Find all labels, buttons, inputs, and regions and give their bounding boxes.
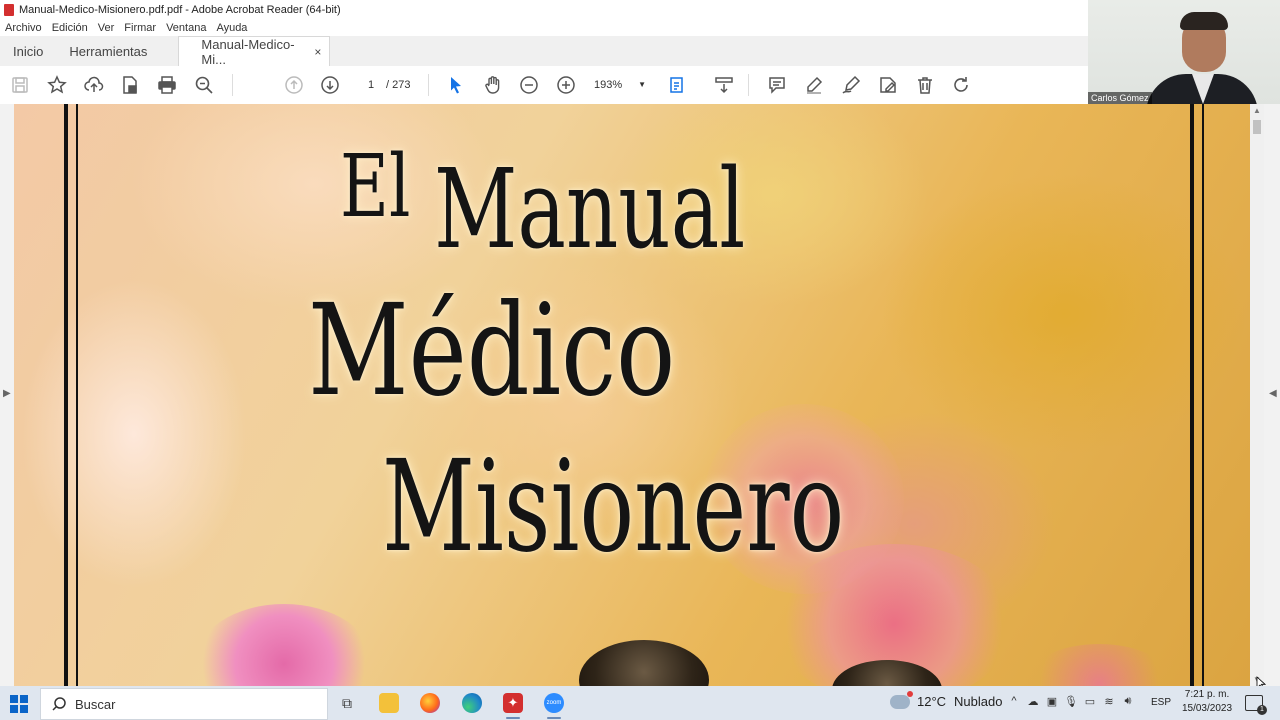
chevron-right-icon: ▶ [3,388,11,399]
input-language[interactable]: ESP [1151,697,1171,708]
left-ornamental-frame [64,104,78,686]
weather-temperature: 12°C [917,694,947,709]
camera-icon[interactable]: ▣ [1046,695,1058,708]
zoom-level-value: 193% [594,79,623,91]
cover-title-manual: Manual [434,145,746,273]
toolbar-separator [428,74,429,96]
menu-edicion[interactable]: Edición [47,22,93,34]
highlight-pen-icon[interactable] [804,75,824,95]
notification-count: 1 [1257,705,1267,715]
clock-date: 15/03/2023 [1181,703,1233,714]
scroll-mode-icon[interactable] [714,75,734,95]
edit-send-icon[interactable] [878,75,898,95]
zoom-in-icon[interactable] [556,75,576,95]
zoom-level-select[interactable]: 193% ▼ [594,76,650,94]
window-title-bar: Manual-Medico-Misionero.pdf.pdf - Adobe … [0,0,1088,20]
microphone-icon[interactable]: 🎙︎ [1064,695,1078,708]
comment-icon[interactable] [767,75,787,95]
weather-alert-dot [907,690,913,697]
zoom-icon[interactable]: zoom [544,693,564,713]
firefox-icon[interactable] [420,693,440,713]
cover-title-medico: Médico [308,277,676,424]
vertical-scrollbar[interactable]: ▲ ▼ [1250,104,1264,686]
taskbar-search-placeholder: Buscar [75,696,116,712]
dark-seed-ball-image [579,640,709,686]
page-number-input[interactable]: 1 [356,76,386,94]
system-tray: ^ ☁ ▣ 🎙︎ ▭ ≋ 🔊︎ [1008,695,1134,708]
toolbar-separator [232,74,233,96]
active-app-indicator [547,717,561,719]
right-panel-toggle[interactable]: ◀ [1264,104,1280,686]
hand-tool-icon[interactable] [483,75,503,95]
tab-close-icon[interactable]: × [314,45,321,59]
chevron-left-icon: ◀ [1269,388,1277,399]
select-cursor-icon[interactable] [446,75,466,95]
wifi-icon[interactable]: ≋ [1103,695,1115,708]
onedrive-cloud-icon[interactable]: ☁ [1027,695,1039,708]
document-viewer: ▶ El Manual Médico Misionero ▲ ▼ ◀ [0,104,1280,686]
menu-archivo[interactable]: Archivo [0,22,47,34]
cover-title-el: El [340,137,411,237]
chevron-up-icon[interactable]: ^ [1008,695,1020,707]
battery-icon[interactable]: ▭ [1084,695,1096,708]
right-ornamental-frame [1190,104,1204,686]
zoom-icon-label: zoom [546,700,562,706]
sign-icon[interactable] [841,75,861,95]
menu-ventana[interactable]: Ventana [161,22,211,34]
left-panel-toggle[interactable]: ▶ [0,104,14,686]
menu-ayuda[interactable]: Ayuda [211,22,252,34]
menu-firmar[interactable]: Firmar [119,22,161,34]
fit-page-icon[interactable] [668,75,688,95]
save-icon[interactable] [10,75,30,95]
page-up-icon[interactable] [284,75,304,95]
page-down-icon[interactable] [320,75,340,95]
pdf-page[interactable]: El Manual Médico Misionero [14,104,1250,686]
cover-title-misionero: Misionero [382,433,845,580]
participant-name: Carlos Gómez [1088,92,1152,104]
volume-icon[interactable]: 🔊︎ [1122,695,1134,707]
acrobat-icon[interactable]: ✦ [503,693,523,713]
toolbar-separator [748,74,749,96]
tab-document[interactable]: Manual-Medico-Mi... × [178,36,331,67]
zoom-out-icon[interactable] [519,75,539,95]
tab-herramientas[interactable]: Herramientas [56,37,160,66]
tab-document-label: Manual-Medico-Mi... [201,36,295,67]
weather-widget[interactable]: 12°C Nublado [890,690,1003,709]
active-app-indicator [506,717,520,719]
edge-icon[interactable] [462,693,482,713]
tab-bar: Inicio Herramientas Manual-Medico-Mi... … [0,36,1088,67]
document-lock-icon[interactable] [120,75,140,95]
scrollbar-thumb[interactable] [1253,120,1261,134]
rotate-icon[interactable] [951,75,971,95]
search-icon [52,697,66,711]
participant-hair [1180,12,1228,30]
delete-icon[interactable] [915,75,935,95]
file-explorer-icon[interactable] [379,693,399,713]
tab-inicio[interactable]: Inicio [0,37,56,66]
taskbar: Buscar ⧉ ✦ zoom 12°C Nublado ^ ☁ ▣ 🎙︎ ▭ … [0,686,1280,720]
notification-center-icon[interactable]: 1 [1245,695,1267,715]
windows-start-icon[interactable] [10,695,28,713]
webcam-video: Carlos Gómez [1088,0,1280,104]
page-total: / 273 [386,79,411,91]
taskbar-search-box[interactable]: Buscar [40,688,328,720]
menu-bar: Archivo Edición Ver Firmar Ventana Ayuda [0,20,1088,36]
chevron-down-icon: ▼ [638,80,646,89]
cloud-icon [890,690,913,709]
window-title: Manual-Medico-Misionero.pdf.pdf - Adobe … [19,4,341,16]
pink-flower-image [194,604,374,686]
task-view-icon[interactable]: ⧉ [337,693,357,713]
pink-flower-image [1024,644,1174,686]
pdf-file-icon [4,4,14,16]
toolbar: 1 / 273 193% ▼ [0,66,1088,105]
zoom-search-icon[interactable] [194,75,214,95]
clock-time: 7:21 p. m. [1184,689,1230,700]
print-icon[interactable] [157,75,177,95]
bookmark-star-icon[interactable] [47,75,67,95]
menu-ver[interactable]: Ver [93,22,120,34]
scroll-up-icon[interactable]: ▲ [1253,106,1261,115]
weather-description: Nublado [954,694,1003,709]
taskbar-clock[interactable]: 7:21 p. m. 15/03/2023 [1176,688,1238,716]
upload-cloud-icon[interactable] [84,75,104,95]
